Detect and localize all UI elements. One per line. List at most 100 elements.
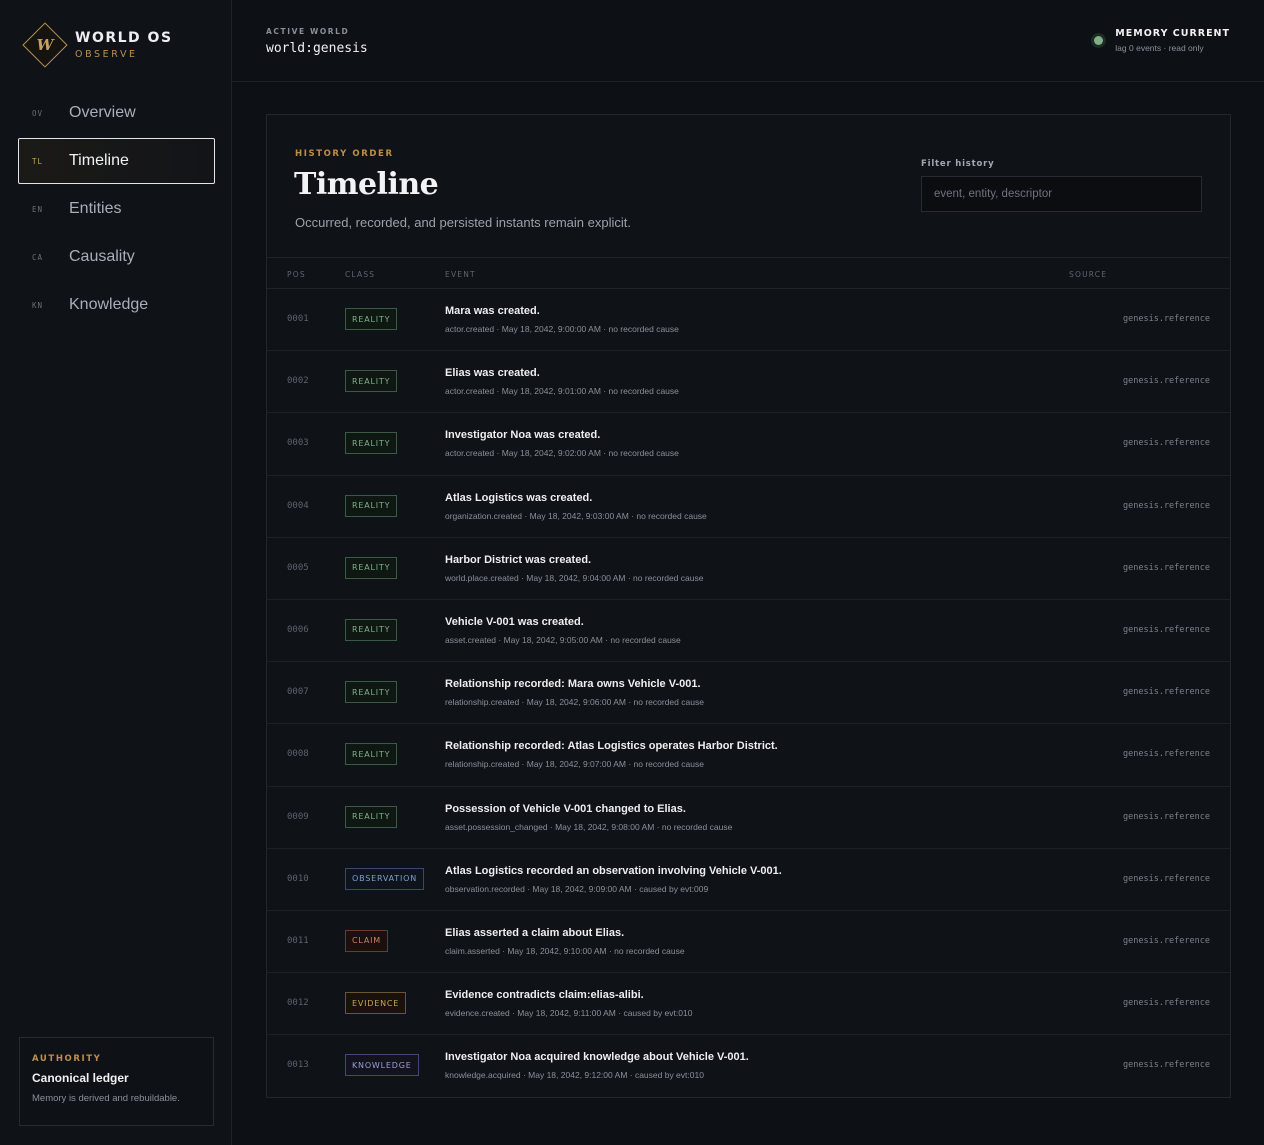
table-row[interactable]: 0005 REALITY Harbor District was created. w… — [267, 538, 1230, 600]
nav-item-knowledge[interactable]: KN Knowledge — [18, 282, 215, 328]
class-badge: REALITY — [345, 805, 398, 828]
event-title: Relationship recorded: Mara owns Vehicle… — [445, 678, 701, 691]
event-source: genesis.reference — [1123, 1060, 1210, 1071]
panel-kicker: HISTORY ORDER — [295, 149, 394, 159]
row-position: 0007 — [287, 687, 309, 698]
memory-status-sub: lag 0 events · read only — [1115, 43, 1204, 53]
row-position: 0002 — [287, 376, 309, 387]
event-meta: organization.created · May 18, 2042, 9:0… — [445, 510, 707, 521]
active-world-label: ACTIVE WORLD — [266, 27, 350, 36]
timeline-rows: 0001 REALITY Mara was created. actor.create… — [267, 289, 1230, 1097]
authority-title: Canonical ledger — [32, 1071, 129, 1085]
table-row[interactable]: 0011 CLAIM Elias asserted a claim about El… — [267, 911, 1230, 974]
nav-code: KN — [32, 300, 44, 310]
table-row[interactable]: 0012 EVIDENCE Evidence contradicts claim:e… — [267, 973, 1230, 1036]
table-header: POS CLASS EVENT SOURCE — [267, 257, 1230, 289]
row-position: 0005 — [287, 562, 309, 573]
class-badge: OBSERVATION — [345, 867, 425, 890]
event-title: Investigator Noa was created. — [445, 429, 601, 442]
filter-history-input[interactable] — [921, 176, 1202, 212]
event-source: genesis.reference — [1123, 500, 1210, 511]
nav-item-causality[interactable]: CA Causality — [18, 234, 215, 280]
event-title: Vehicle V-001 was created. — [445, 615, 584, 628]
table-row[interactable]: 0001 REALITY Mara was created. actor.create… — [267, 289, 1230, 352]
timeline-panel: HISTORY ORDER Timeline Occurred, recorde… — [266, 114, 1231, 1098]
row-position: 0011 — [287, 935, 309, 946]
event-source: genesis.reference — [1123, 935, 1210, 946]
event-title: Elias asserted a claim about Elias. — [445, 926, 625, 939]
event-source: genesis.reference — [1123, 873, 1210, 884]
event-meta: actor.created · May 18, 2042, 9:01:00 AM… — [445, 386, 679, 397]
page-title: Timeline — [294, 167, 439, 202]
row-position: 0012 — [287, 998, 309, 1009]
nav-label: Causality — [69, 248, 135, 265]
event-title: Investigator Noa acquired knowledge abou… — [445, 1051, 749, 1064]
event-meta: observation.recorded · May 18, 2042, 9:0… — [445, 883, 709, 894]
authority-desc: Memory is derived and rebuildable. — [32, 1093, 180, 1104]
table-row[interactable]: 0004 REALITY Atlas Logistics was created. o… — [267, 476, 1230, 538]
brand-title: WORLD OS — [75, 30, 173, 46]
event-source: genesis.reference — [1123, 811, 1210, 822]
table-row[interactable]: 0009 REALITY Possession of Vehicle V-001 c… — [267, 787, 1230, 849]
world-os-logo: W — [22, 22, 68, 68]
status-dot-icon — [1094, 36, 1104, 45]
event-source: genesis.reference — [1123, 376, 1210, 387]
main-nav: OV Overview TL Timeline EN Entities CA Causalit… — [18, 90, 215, 330]
brand-subtitle: OBSERVE — [75, 49, 138, 60]
nav-code: TL — [32, 156, 44, 166]
event-source: genesis.reference — [1123, 687, 1210, 698]
event-meta: knowledge.acquired · May 18, 2042, 9:12:… — [445, 1070, 704, 1081]
col-source: SOURCE — [1069, 270, 1108, 279]
class-badge: REALITY — [345, 308, 398, 330]
event-title: Harbor District was created. — [445, 553, 592, 566]
event-title: Relationship recorded: Atlas Logistics o… — [445, 740, 778, 753]
event-source: genesis.reference — [1123, 314, 1210, 324]
table-row[interactable]: 0007 REALITY Relationship recorded: Mara o… — [267, 662, 1230, 725]
nav-item-entities[interactable]: EN Entities — [18, 186, 215, 232]
class-badge: REALITY — [345, 432, 398, 455]
col-pos: POS — [287, 270, 306, 279]
authority-card: AUTHORITY Canonical ledger Memory is der… — [19, 1037, 214, 1126]
row-position: 0001 — [287, 314, 309, 324]
event-source: genesis.reference — [1123, 624, 1210, 635]
row-position: 0004 — [287, 500, 309, 511]
class-badge: REALITY — [345, 556, 398, 579]
nav-item-overview[interactable]: OV Overview — [18, 90, 215, 136]
event-meta: evidence.created · May 18, 2042, 9:11:00… — [445, 1008, 693, 1019]
memory-status-title: MEMORY CURRENT — [1115, 28, 1230, 39]
active-world-value: world:genesis — [266, 41, 368, 56]
event-meta: asset.created · May 18, 2042, 9:05:00 AM… — [445, 634, 681, 645]
table-row[interactable]: 0003 REALITY Investigator Noa was created.… — [267, 413, 1230, 476]
memory-status: MEMORY CURRENT lag 0 events · read only — [1094, 28, 1230, 53]
row-position: 0009 — [287, 811, 309, 822]
table-row[interactable]: 0008 REALITY Relationship recorded: Atlas … — [267, 724, 1230, 787]
nav-code: OV — [32, 108, 44, 118]
row-position: 0006 — [287, 624, 309, 635]
event-meta: world.place.created · May 18, 2042, 9:04… — [445, 572, 704, 583]
table-row[interactable]: 0006 REALITY Vehicle V-001 was created. ass… — [267, 600, 1230, 663]
event-meta: actor.created · May 18, 2042, 9:02:00 AM… — [445, 448, 679, 459]
table-row[interactable]: 0002 REALITY Elias was created. actor.creat… — [267, 351, 1230, 414]
class-badge: EVIDENCE — [345, 992, 407, 1015]
row-position: 0003 — [287, 438, 309, 449]
event-meta: relationship.created · May 18, 2042, 9:0… — [445, 759, 704, 770]
class-badge: KNOWLEDGE — [345, 1054, 419, 1077]
event-title: Possession of Vehicle V-001 changed to E… — [445, 802, 686, 815]
class-badge: REALITY — [345, 370, 398, 393]
table-row[interactable]: 0010 OBSERVATION Atlas Logistics recorded … — [267, 849, 1230, 911]
panel-description: Occurred, recorded, and persisted instan… — [295, 215, 631, 230]
nav-item-timeline[interactable]: TL Timeline — [18, 138, 215, 184]
event-title: Mara was created. — [445, 305, 540, 317]
nav-label: Timeline — [69, 152, 129, 169]
sidebar: W WORLD OS OBSERVE OV Overview TL Timeline E… — [0, 0, 232, 1145]
nav-label: Knowledge — [69, 296, 149, 313]
class-badge: REALITY — [345, 743, 398, 766]
table-row[interactable]: 0013 KNOWLEDGE Investigator Noa acquired k… — [267, 1035, 1230, 1097]
event-meta: claim.asserted · May 18, 2042, 9:10:00 A… — [445, 945, 685, 956]
nav-label: Entities — [69, 200, 122, 217]
row-position: 0013 — [287, 1060, 309, 1071]
brand[interactable]: W WORLD OS OBSERVE — [22, 22, 173, 68]
class-badge: REALITY — [345, 618, 398, 641]
nav-label: Overview — [69, 104, 136, 121]
class-badge: CLAIM — [345, 929, 388, 952]
